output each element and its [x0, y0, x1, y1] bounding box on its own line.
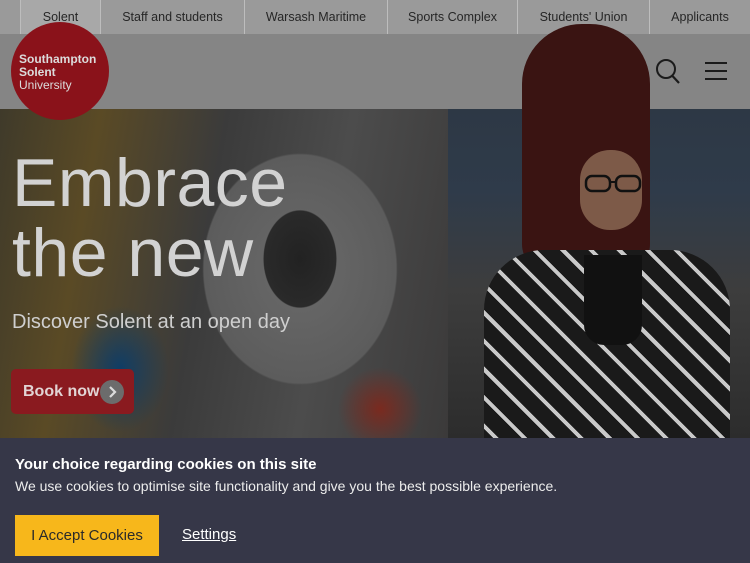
topnav-spacer: [0, 0, 20, 34]
topnav-item-staff-students[interactable]: Staff and students: [100, 0, 244, 34]
accept-cookies-button[interactable]: I Accept Cookies: [15, 515, 159, 556]
logo-text-line3: University: [19, 78, 72, 92]
chevron-right-icon: [100, 380, 124, 404]
topnav-item-warsash-maritime[interactable]: Warsash Maritime: [244, 0, 387, 34]
cookie-heading: Your choice regarding cookies on this si…: [15, 456, 317, 473]
menu-icon[interactable]: [704, 60, 728, 82]
hero-subtitle: Discover Solent at an open day: [12, 311, 290, 333]
search-icon[interactable]: [655, 58, 681, 86]
hero-title: Embrace the new: [12, 148, 288, 288]
topnav-item-sports-complex[interactable]: Sports Complex: [387, 0, 517, 34]
hero-title-line1: Embrace: [12, 145, 288, 221]
cookie-settings-link[interactable]: Settings: [182, 526, 236, 543]
cookie-description: We use cookies to optimise site function…: [15, 478, 558, 494]
top-utility-nav: Solent Staff and students Warsash Mariti…: [0, 0, 750, 34]
book-now-button[interactable]: Book now: [11, 369, 134, 414]
hero-title-line2: the new: [12, 215, 254, 291]
topnav-item-applicants[interactable]: Applicants: [649, 0, 750, 34]
university-logo[interactable]: Southampton Solent University: [11, 22, 109, 120]
cookie-banner: Your choice regarding cookies on this si…: [0, 438, 750, 563]
book-now-label: Book now: [23, 382, 100, 400]
hero-person-shirt: [584, 255, 642, 345]
hero-person-image: [522, 24, 650, 274]
hero-person-glasses: [584, 173, 644, 193]
